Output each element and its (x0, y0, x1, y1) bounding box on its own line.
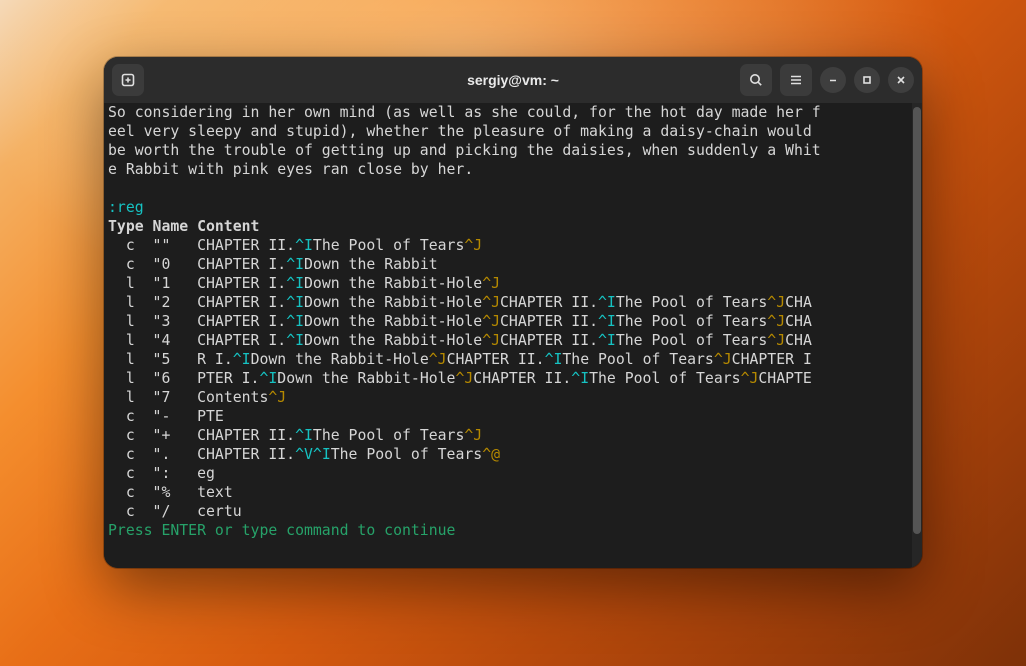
register-row: c "0 CHAPTER I.^IDown the Rabbit (108, 256, 438, 273)
maximize-button[interactable] (854, 67, 880, 93)
register-row: l "5 R I.^IDown the Rabbit-Hole^JCHAPTER… (108, 351, 812, 368)
reg-header: Type Name Content (108, 218, 259, 235)
register-row: c "% text (108, 484, 233, 501)
search-button[interactable] (740, 64, 772, 96)
register-row: c ": eg (108, 465, 215, 482)
terminal-text[interactable]: So considering in her own mind (as well … (104, 103, 922, 568)
titlebar-right (740, 64, 914, 96)
terminal-body[interactable]: So considering in her own mind (as well … (104, 103, 922, 568)
reg-command: :reg (108, 199, 144, 216)
register-row: l "7 Contents^J (108, 389, 286, 406)
register-row: l "6 PTER I.^IDown the Rabbit-Hole^JCHAP… (108, 370, 812, 387)
register-row: c "" CHAPTER II.^IThe Pool of Tears^J (108, 237, 482, 254)
register-row: l "3 CHAPTER I.^IDown the Rabbit-Hole^JC… (108, 313, 812, 330)
close-button[interactable] (888, 67, 914, 93)
scrollbar-thumb[interactable] (913, 107, 921, 534)
minimize-button[interactable] (820, 67, 846, 93)
register-row: l "2 CHAPTER I.^IDown the Rabbit-Hole^JC… (108, 294, 812, 311)
register-row: c "/ certu (108, 503, 242, 520)
scrollbar[interactable] (912, 103, 922, 568)
register-row: c "- PTE (108, 408, 224, 425)
register-row: l "1 CHAPTER I.^IDown the Rabbit-Hole^J (108, 275, 500, 292)
register-row: c "+ CHAPTER II.^IThe Pool of Tears^J (108, 427, 482, 444)
press-enter-prompt: Press ENTER or type command to continue (108, 522, 455, 539)
titlebar-left (112, 64, 144, 96)
register-row: c ". CHAPTER II.^V^IThe Pool of Tears^@ (108, 446, 500, 463)
menu-button[interactable] (780, 64, 812, 96)
register-row: l "4 CHAPTER I.^IDown the Rabbit-Hole^JC… (108, 332, 812, 349)
new-tab-button[interactable] (112, 64, 144, 96)
titlebar: sergiy@vm: ~ (104, 57, 922, 103)
body-text: So considering in her own mind (as well … (108, 104, 821, 178)
terminal-window: sergiy@vm: ~ (104, 57, 922, 568)
